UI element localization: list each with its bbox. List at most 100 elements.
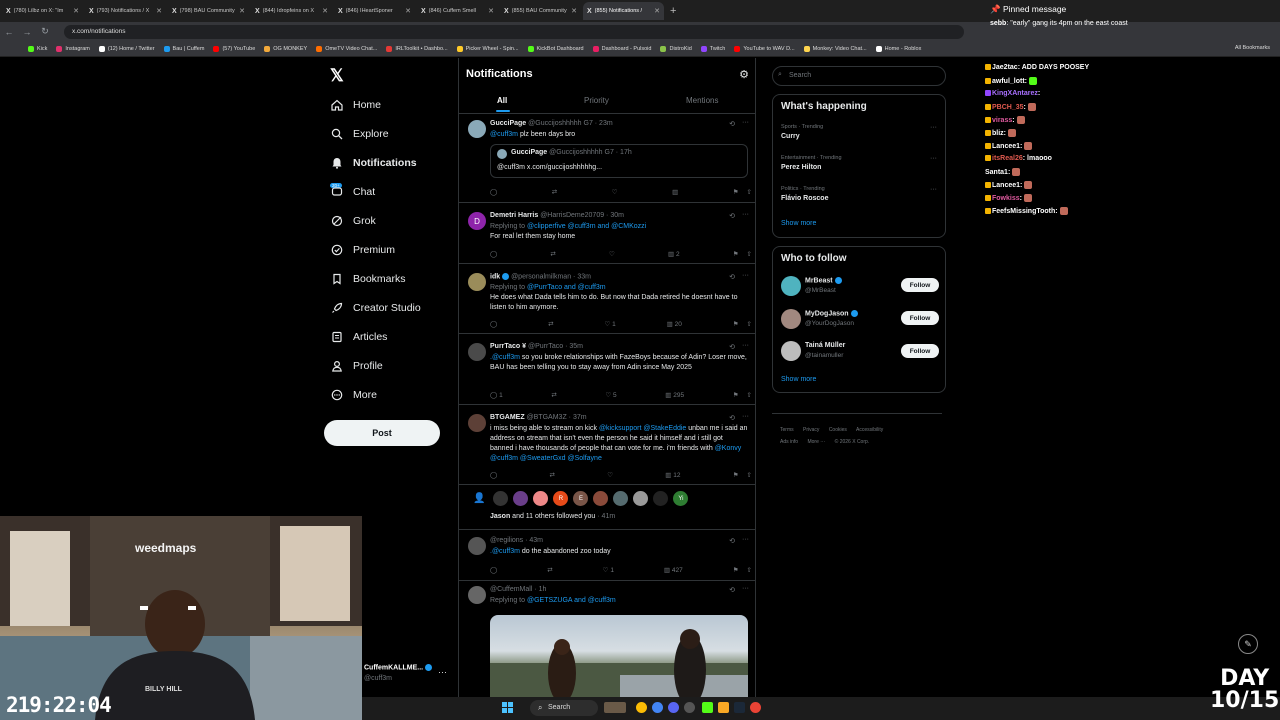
browser-tab[interactable]: X (780) Lilbz on X: "Im ✕ <box>2 2 83 20</box>
profile-name[interactable]: CuffemKALLME... <box>364 664 423 671</box>
notification-post[interactable]: @CuffemMall · 1h ⟲ ··· Replying to @GETS… <box>459 581 755 708</box>
reply-button[interactable]: ◯ 1 <box>490 391 503 400</box>
bookmark[interactable]: IRLToolkit • Dashbo... <box>386 45 448 52</box>
tab-all[interactable]: All <box>497 96 507 105</box>
chrome-icon[interactable] <box>636 702 647 713</box>
repost-icon[interactable]: ⇄ <box>552 188 557 196</box>
more-options-icon[interactable]: ··· <box>742 342 749 349</box>
notification-post[interactable]: BTGAMEZ @BTGAM3Z · 37m ⟲ ··· i miss bein… <box>459 405 755 485</box>
bookmark[interactable]: OG MONKEY <box>264 45 307 52</box>
more-options-icon[interactable]: ··· <box>930 155 937 162</box>
avatar[interactable] <box>533 491 549 506</box>
reply-icon[interactable]: ◯ <box>490 320 497 328</box>
reply-icon[interactable]: ◯ <box>490 471 497 479</box>
like-button[interactable]: ♡ 1 <box>604 320 615 329</box>
close-tab-icon[interactable]: ✕ <box>405 7 411 15</box>
views-button[interactable]: ▥ 20 <box>667 320 682 329</box>
more-options-icon[interactable]: ··· <box>742 413 749 420</box>
nav-home[interactable]: Home <box>330 98 381 112</box>
nav-articles[interactable]: Articles <box>330 330 387 344</box>
avatar[interactable] <box>513 491 529 506</box>
reply-to-link[interactable]: @clipperfive @cuff3m and @CMKozzi <box>527 223 646 230</box>
reply-icon[interactable]: ◯ <box>490 188 497 196</box>
more-options-icon[interactable]: ··· <box>742 585 749 592</box>
avatar[interactable] <box>781 341 801 361</box>
views-button[interactable]: ▥ 12 <box>665 471 680 480</box>
bookmark[interactable]: Dashboard - Pulsoid <box>592 45 651 52</box>
close-tab-icon[interactable]: ✕ <box>654 7 660 15</box>
share-icon[interactable]: ⇧ <box>747 391 752 399</box>
kick-icon[interactable] <box>702 702 713 713</box>
share-icon[interactable]: ⇧ <box>747 566 752 574</box>
reply-to-link[interactable]: @PurrTaco and @cuff3m <box>527 284 606 291</box>
bookmark[interactable]: OmeTV Video Chat... <box>316 45 377 52</box>
notification-post[interactable]: D Demetri Harris @HarrisDeme20709 · 30m … <box>459 203 755 264</box>
author-name[interactable]: BTGAMEZ <box>490 414 525 421</box>
account-menu-icon[interactable]: ··· <box>438 667 447 677</box>
avatar[interactable] <box>593 491 609 506</box>
bookmark-icon[interactable]: ⚑ <box>733 471 739 479</box>
more-options-icon[interactable]: ··· <box>742 211 749 218</box>
nav-more[interactable]: More <box>330 388 377 402</box>
avatar[interactable]: E <box>573 491 589 506</box>
nav-creator-studio[interactable]: Creator Studio <box>330 301 421 315</box>
footer-link[interactable]: Privacy <box>803 427 819 433</box>
browser-tab-active[interactable]: X (855) Notifications / ✕ <box>583 2 664 20</box>
bookmark[interactable]: (57) YouTube <box>213 45 255 52</box>
bookmark[interactable]: Bau | Cuffem <box>163 45 204 52</box>
repost-icon[interactable]: ⇄ <box>551 391 556 399</box>
reply-to-link[interactable]: @GETSZUGA and @cuff3m <box>527 597 616 604</box>
share-icon[interactable]: ⇧ <box>747 320 752 328</box>
avatar[interactable] <box>633 491 649 506</box>
trend-item[interactable]: Flávio Roscoe <box>781 195 828 202</box>
close-tab-icon[interactable]: ✕ <box>239 7 245 15</box>
discord-icon[interactable] <box>668 702 679 713</box>
trend-item[interactable]: Curry <box>781 133 800 140</box>
browser-tab[interactable]: X (855) BAU Community ✕ <box>500 2 581 20</box>
bookmark[interactable]: Twitch <box>700 45 725 52</box>
browser-tab[interactable]: X (798) BAU Community ✕ <box>168 2 249 20</box>
bookmark[interactable]: DistroKid <box>660 45 692 52</box>
file-explorer-icon[interactable] <box>718 702 729 713</box>
x-logo-icon[interactable]: 𝕏 <box>330 66 344 86</box>
views-button[interactable]: ▥ 427 <box>664 566 683 575</box>
mention-link[interactable]: @kicksupport @StakeEddie <box>599 425 686 432</box>
avatar[interactable] <box>653 491 669 506</box>
footer-link[interactable]: More ··· <box>807 439 825 445</box>
bookmark[interactable]: Instagram <box>56 45 90 52</box>
nav-bookmarks[interactable]: Bookmarks <box>330 272 406 286</box>
avatar[interactable]: Yi <box>673 491 689 506</box>
nav-premium[interactable]: Premium <box>330 243 395 257</box>
like-icon[interactable]: ♡ <box>609 250 615 258</box>
show-more-link[interactable]: Show more <box>781 376 816 383</box>
account-name[interactable]: MrBeast <box>805 277 833 284</box>
avatar[interactable] <box>781 309 801 329</box>
follow-notification[interactable]: 👤 R E Yi Jason and 11 others followed yo… <box>459 485 755 530</box>
views-icon[interactable]: ▥ <box>672 188 678 196</box>
reload-icon[interactable]: ↻ <box>36 26 54 37</box>
author-name[interactable]: GucciPage <box>490 120 526 127</box>
post-button[interactable]: Post <box>324 420 440 446</box>
views-button[interactable]: ▥ 295 <box>665 391 684 400</box>
avatar[interactable] <box>468 537 486 555</box>
widgets-icon[interactable] <box>604 702 626 713</box>
bookmark-icon[interactable]: ⚑ <box>733 391 739 399</box>
nav-profile[interactable]: Profile <box>330 359 383 373</box>
nav-grok[interactable]: Grok <box>330 214 376 228</box>
avatar[interactable] <box>468 120 486 138</box>
close-tab-icon[interactable]: ✕ <box>156 7 162 15</box>
author-name[interactable]: idk <box>490 273 500 280</box>
close-tab-icon[interactable]: ✕ <box>571 7 577 15</box>
footer-link[interactable]: Cookies <box>829 427 847 433</box>
repost-icon[interactable]: ⇄ <box>550 471 555 479</box>
avatar[interactable] <box>493 491 509 506</box>
tab-priority[interactable]: Priority <box>584 96 609 105</box>
like-icon[interactable]: ♡ <box>612 188 618 196</box>
share-icon[interactable]: ⇧ <box>747 471 752 479</box>
bookmark-icon[interactable]: ⚑ <box>733 188 739 196</box>
avatar[interactable] <box>613 491 629 506</box>
bookmark-icon[interactable]: ⚑ <box>733 320 739 328</box>
browser-tab[interactable]: X (846) IHeartSponer ✕ <box>334 2 415 20</box>
notification-post[interactable]: PurrTaco ¥ @PurrTaco · 35m ⟲ ··· .@cuff3… <box>459 334 755 405</box>
post-media-image[interactable] <box>490 615 748 705</box>
